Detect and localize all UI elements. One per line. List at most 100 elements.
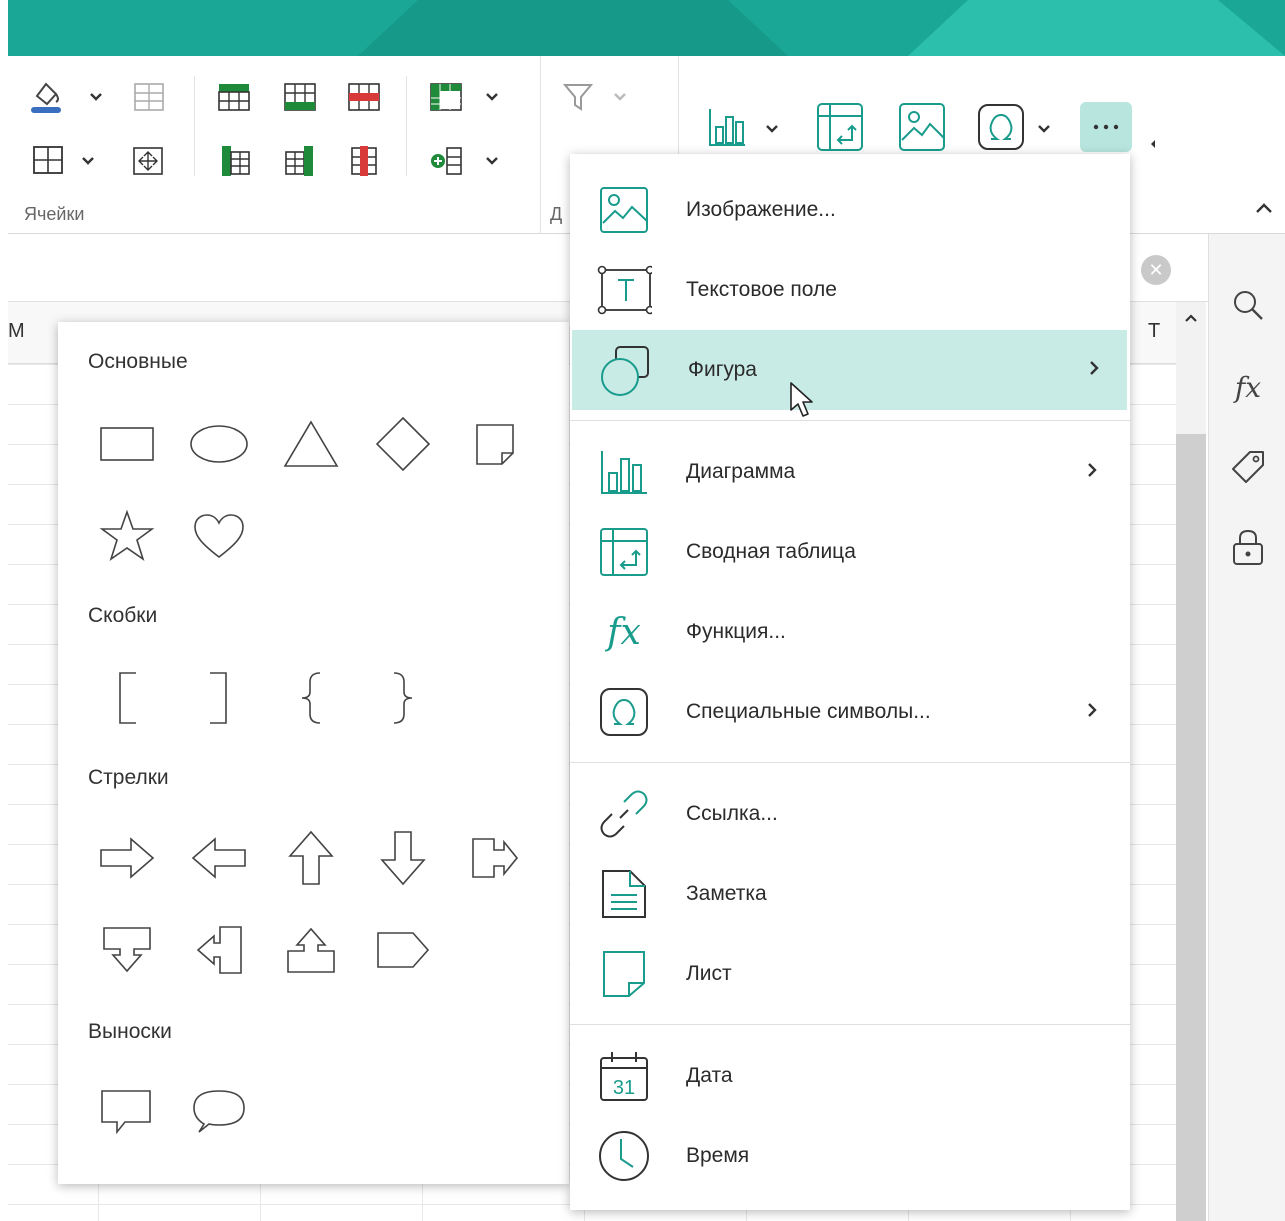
right-brace-shape-icon[interactable] [368, 666, 438, 730]
format-table-icon[interactable] [426, 78, 466, 116]
menu-item-special-characters[interactable]: Специальные символы... [570, 672, 1130, 752]
title-bar-band [8, 0, 1285, 56]
omega-icon[interactable] [974, 102, 1028, 152]
diamond-shape-icon[interactable] [368, 412, 438, 476]
right-sidebar: fx [1208, 234, 1285, 1221]
scrollbar-thumb[interactable] [1176, 434, 1206, 1221]
triangle-shape-icon[interactable] [276, 412, 346, 476]
cell-borders-light-icon[interactable] [130, 78, 168, 116]
menu-item-label: Время [686, 1144, 750, 1167]
chevron-down-icon[interactable] [480, 146, 504, 176]
chevron-down-icon[interactable] [76, 146, 100, 176]
menu-item-time[interactable]: Время [570, 1116, 1130, 1196]
menu-item-label: Заметка [686, 882, 767, 905]
star-shape-icon[interactable] [92, 504, 162, 568]
chevron-down-icon[interactable] [480, 82, 504, 112]
chevron-down-icon[interactable] [608, 82, 632, 112]
collapse-ribbon-icon[interactable] [1255, 198, 1273, 219]
more-button[interactable] [1080, 102, 1132, 152]
menu-item-label: Сводная таблица [686, 540, 856, 563]
merge-cells-icon[interactable] [128, 142, 168, 180]
filter-icon[interactable] [558, 78, 598, 116]
borders-icon[interactable] [28, 140, 68, 180]
search-icon[interactable] [1227, 284, 1269, 326]
shape-icon [598, 342, 654, 398]
menu-item-image[interactable]: Изображение... [570, 170, 1130, 250]
menu-divider [570, 420, 1130, 421]
section-title-basic: Основные [88, 350, 188, 373]
pivot-table-icon [596, 524, 652, 580]
insert-columns-icon[interactable] [216, 142, 256, 180]
scroll-up-icon[interactable] [1184, 310, 1198, 328]
menu-item-label: Диаграмма [686, 460, 796, 483]
delete-rows-icon[interactable] [344, 78, 384, 116]
menu-item-text-box[interactable]: Текстовое поле [570, 250, 1130, 330]
menu-item-sheet[interactable]: Лист [570, 934, 1130, 1014]
chevron-right-icon [1086, 702, 1098, 723]
menu-item-date[interactable]: 31 Дата [570, 1036, 1130, 1116]
menu-divider [570, 1024, 1130, 1025]
pentagon-arrow-shape-icon[interactable] [460, 826, 530, 890]
clock-icon [596, 1128, 652, 1184]
oval-callout-shape-icon[interactable] [184, 1080, 254, 1144]
function-icon[interactable]: fx [1227, 366, 1269, 408]
menu-item-link[interactable]: Ссылка... [570, 774, 1130, 854]
fill-color-icon[interactable] [26, 74, 66, 118]
delete-columns-icon[interactable] [344, 142, 384, 180]
section-title-brackets: Скобки [88, 604, 158, 627]
image-icon[interactable] [896, 100, 948, 154]
chart-icon[interactable] [704, 102, 750, 152]
menu-item-label: Лист [686, 962, 732, 985]
section-title-arrows: Стрелки [88, 766, 169, 789]
folded-corner-shape-icon[interactable] [460, 412, 530, 476]
menu-item-pivot-table[interactable]: Сводная таблица [570, 512, 1130, 592]
pivot-table-icon[interactable] [814, 100, 866, 154]
left-arrow-callout-shape-icon[interactable] [184, 918, 254, 982]
rectangle-shape-icon[interactable] [92, 412, 162, 476]
menu-item-label: Функция... [686, 620, 786, 643]
omega-icon [596, 684, 652, 740]
column-header-m[interactable]: M [8, 320, 25, 343]
up-arrow-callout-shape-icon[interactable] [276, 918, 346, 982]
lock-icon[interactable] [1227, 526, 1269, 568]
function-icon: fx [607, 611, 641, 653]
insert-rows-icon[interactable] [214, 78, 254, 116]
rectangular-callout-shape-icon[interactable] [92, 1080, 162, 1144]
menu-item-label: Фигура [688, 358, 757, 381]
chevron-pentagon-shape-icon[interactable] [368, 918, 438, 982]
heart-shape-icon[interactable] [184, 504, 254, 568]
calendar-icon: 31 [596, 1048, 652, 1104]
left-brace-shape-icon[interactable] [276, 666, 346, 730]
vertical-scrollbar[interactable] [1176, 302, 1206, 1221]
menu-divider [570, 762, 1130, 763]
calendar-day: 31 [613, 1077, 635, 1099]
group-label-data: Д [550, 204, 563, 224]
down-arrow-callout-shape-icon[interactable] [92, 918, 162, 982]
menu-item-chart[interactable]: Диаграмма [570, 432, 1130, 512]
left-bracket-shape-icon[interactable] [92, 666, 162, 730]
menu-item-note[interactable]: Заметка [570, 854, 1130, 934]
mouse-cursor-icon [788, 380, 816, 425]
chevron-down-icon[interactable] [84, 82, 108, 112]
insert-rows-below-icon[interactable] [280, 78, 320, 116]
clear-formula-icon[interactable]: ✕ [1141, 255, 1171, 285]
left-arrow-shape-icon[interactable] [184, 826, 254, 890]
menu-item-shape[interactable]: Фигура [572, 330, 1127, 410]
right-arrow-shape-icon[interactable] [92, 826, 162, 890]
insert-cells-icon[interactable] [426, 142, 466, 180]
menu-item-label: Дата [686, 1064, 733, 1087]
chevron-down-icon[interactable] [760, 114, 784, 144]
menu-item-function[interactable]: fx Функция... [570, 592, 1130, 672]
link-icon [596, 786, 652, 842]
down-arrow-shape-icon[interactable] [368, 826, 438, 890]
chevron-down-icon[interactable] [1032, 114, 1056, 144]
tag-icon[interactable] [1227, 446, 1269, 488]
scroll-left-icon[interactable] [1146, 134, 1160, 154]
right-bracket-shape-icon[interactable] [184, 666, 254, 730]
separator [194, 76, 195, 176]
ellipse-shape-icon[interactable] [184, 412, 254, 476]
menu-item-label: Текстовое поле [686, 278, 837, 301]
column-header-t[interactable]: T [1148, 320, 1160, 343]
up-arrow-shape-icon[interactable] [276, 826, 346, 890]
insert-columns-right-icon[interactable] [280, 142, 320, 180]
